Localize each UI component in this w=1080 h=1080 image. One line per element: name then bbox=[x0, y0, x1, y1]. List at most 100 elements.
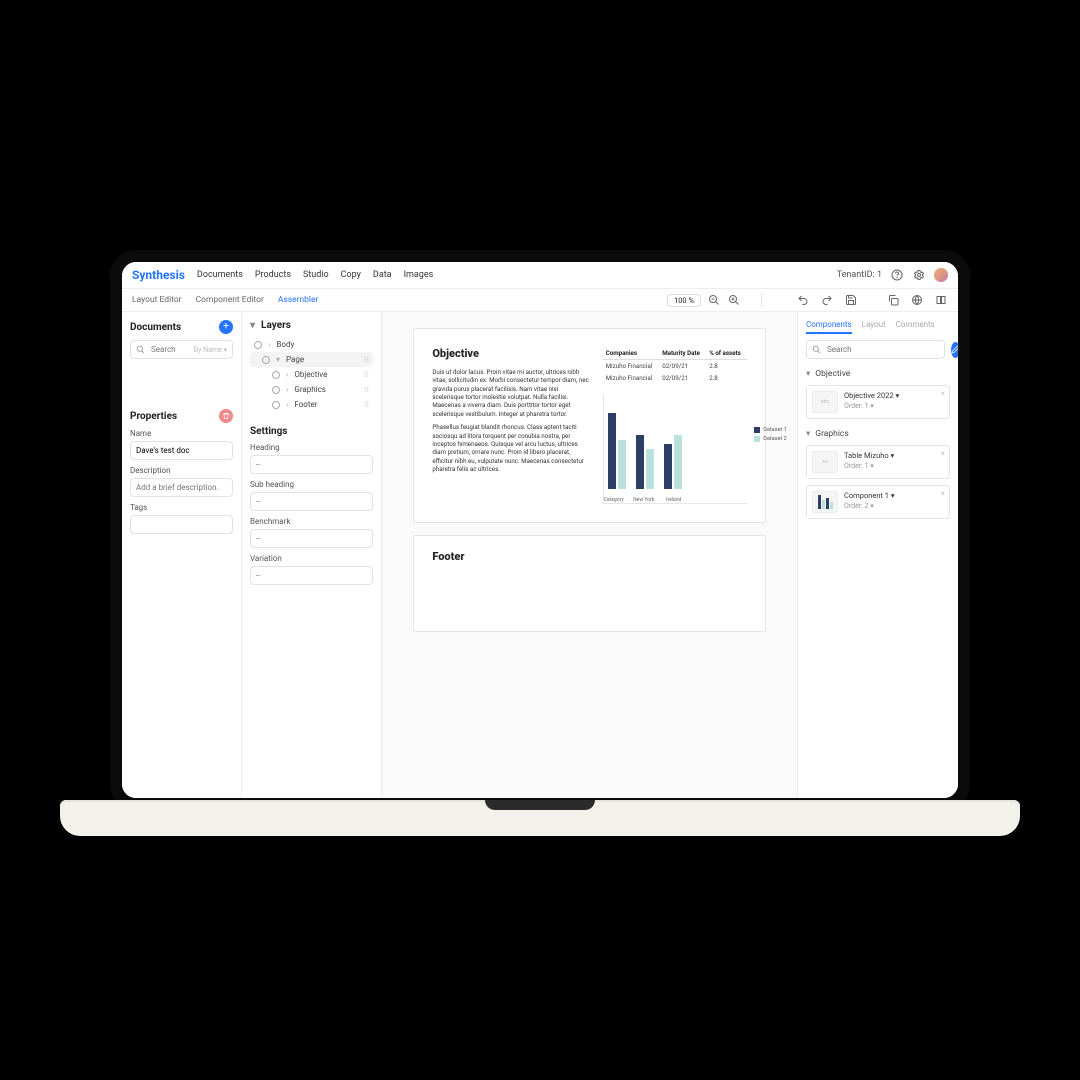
card-thumb: abc bbox=[812, 391, 838, 413]
drag-icon[interactable]: ⁝⁝ bbox=[364, 400, 369, 409]
tags-input[interactable] bbox=[130, 515, 233, 534]
chevron-down-icon: ▾ bbox=[806, 369, 810, 379]
nav-images[interactable]: Images bbox=[404, 270, 434, 280]
edit-button[interactable] bbox=[951, 342, 958, 358]
help-icon[interactable] bbox=[890, 268, 904, 282]
search-icon bbox=[136, 345, 145, 354]
duplicate-icon[interactable] bbox=[886, 293, 900, 307]
footer-heading: Footer bbox=[432, 550, 746, 563]
documents-sort-hint[interactable]: By Name ▾ bbox=[194, 346, 227, 354]
expand-icon[interactable]: › bbox=[286, 370, 288, 379]
chart-group bbox=[636, 435, 654, 489]
nav-documents[interactable]: Documents bbox=[197, 270, 243, 280]
nav-products[interactable]: Products bbox=[255, 270, 291, 280]
description-input[interactable] bbox=[130, 478, 233, 497]
search-icon bbox=[812, 345, 821, 354]
chart-group bbox=[664, 435, 682, 489]
chart-bar bbox=[674, 435, 682, 489]
preview-icon[interactable] bbox=[934, 293, 948, 307]
zoom-chip[interactable]: 100 % bbox=[667, 294, 701, 307]
share-icon[interactable] bbox=[910, 293, 924, 307]
objective-para-1: Duis ut dolor lacus. Proin vitae mi auct… bbox=[432, 368, 590, 418]
component-card[interactable]: Component 1 ▾ Order: 2 ▾ × bbox=[806, 485, 950, 519]
component-card[interactable]: ≡≡ Table Mizuho ▾ Order: 1 ▾ × bbox=[806, 445, 950, 479]
rp-section-objective[interactable]: ▾Objective bbox=[806, 369, 950, 379]
avatar[interactable] bbox=[934, 268, 948, 282]
components-search[interactable] bbox=[806, 340, 945, 359]
chart-bar bbox=[664, 444, 672, 489]
layer-row-objective[interactable]: › Objective ⁝⁝ bbox=[250, 367, 373, 382]
components-panel: Components Layout Comments ▾Objectiv bbox=[798, 312, 958, 798]
visibility-icon[interactable] bbox=[262, 356, 270, 364]
brand-logo: Synthesis bbox=[132, 268, 185, 282]
card-close-icon[interactable]: × bbox=[941, 489, 945, 498]
objective-para-2: Phasellus feugiat blandit rhoncus. Class… bbox=[432, 423, 590, 473]
documents-search[interactable]: By Name ▾ bbox=[130, 340, 233, 359]
expand-icon[interactable]: › bbox=[268, 340, 270, 349]
card-order: Order: 1 ▾ bbox=[844, 462, 894, 470]
visibility-icon[interactable] bbox=[272, 371, 280, 379]
delete-document-button[interactable] bbox=[219, 409, 233, 423]
rp-tab-layout[interactable]: Layout bbox=[862, 320, 886, 334]
layer-label: Graphics bbox=[294, 385, 326, 394]
redo-icon[interactable] bbox=[820, 293, 834, 307]
chevron-down-icon: ▾ bbox=[806, 429, 810, 439]
rp-tab-comments[interactable]: Comments bbox=[896, 320, 935, 334]
name-input[interactable] bbox=[130, 441, 233, 460]
tab-assembler[interactable]: Assembler bbox=[278, 295, 319, 305]
settings-title: Settings bbox=[250, 426, 373, 437]
settings-input-heading[interactable] bbox=[250, 455, 373, 474]
layer-row-footer[interactable]: › Footer ⁝⁝ bbox=[250, 397, 373, 412]
expand-icon[interactable]: ▾ bbox=[276, 355, 280, 364]
save-icon[interactable] bbox=[844, 293, 858, 307]
expand-icon[interactable]: › bbox=[286, 385, 288, 394]
expand-icon[interactable]: › bbox=[286, 400, 288, 409]
drag-icon[interactable]: ⁝⁝ bbox=[364, 370, 369, 379]
chevron-down-icon[interactable]: ▾ bbox=[250, 320, 255, 331]
nav-studio[interactable]: Studio bbox=[303, 270, 329, 280]
chart-bar bbox=[608, 413, 616, 490]
card-order: Order: 1 ▾ bbox=[844, 402, 899, 410]
page-preview[interactable]: Objective Duis ut dolor lacus. Proin vit… bbox=[413, 328, 765, 523]
component-card[interactable]: abc Objective 2022 ▾ Order: 1 ▾ × bbox=[806, 385, 950, 419]
undo-icon[interactable] bbox=[796, 293, 810, 307]
chart-bar bbox=[618, 440, 626, 490]
chart-xlabel: Ireland bbox=[666, 497, 681, 503]
footer-preview[interactable]: Footer bbox=[413, 535, 765, 632]
nav-copy[interactable]: Copy bbox=[341, 270, 361, 280]
nav-data[interactable]: Data bbox=[373, 270, 392, 280]
chart-bar bbox=[646, 449, 654, 490]
settings-input-benchmark[interactable] bbox=[250, 529, 373, 548]
card-thumb: ≡≡ bbox=[812, 451, 838, 473]
visibility-icon[interactable] bbox=[272, 386, 280, 394]
layer-row-graphics[interactable]: › Graphics ⁝⁝ bbox=[250, 382, 373, 397]
zoom-out-icon[interactable] bbox=[707, 293, 721, 307]
card-title: Table Mizuho ▾ bbox=[844, 451, 894, 460]
rp-tab-components[interactable]: Components bbox=[806, 320, 852, 334]
card-close-icon[interactable]: × bbox=[941, 389, 945, 398]
documents-search-input[interactable] bbox=[149, 344, 190, 355]
layer-label: Footer bbox=[294, 400, 317, 409]
tab-layout-editor[interactable]: Layout Editor bbox=[132, 295, 182, 305]
table-header-maturity: Maturity Date bbox=[659, 347, 706, 360]
chart-group bbox=[608, 413, 626, 490]
settings-input-variation[interactable] bbox=[250, 566, 373, 585]
layer-label: Body bbox=[276, 340, 294, 349]
top-nav: Synthesis Documents Products Studio Copy… bbox=[122, 262, 958, 289]
drag-icon[interactable]: ⁝⁝ bbox=[364, 385, 369, 394]
settings-label-sub-heading: Sub heading bbox=[250, 480, 373, 489]
settings-input-sub-heading[interactable] bbox=[250, 492, 373, 511]
visibility-icon[interactable] bbox=[272, 401, 280, 409]
card-close-icon[interactable]: × bbox=[941, 449, 945, 458]
chart-xlabel: New York bbox=[633, 497, 654, 503]
tab-component-editor[interactable]: Component Editor bbox=[196, 295, 264, 305]
drag-icon[interactable]: ⁝⁝ bbox=[364, 355, 369, 364]
visibility-icon[interactable] bbox=[254, 341, 262, 349]
layer-row-page[interactable]: ▾ Page ⁝⁝ bbox=[250, 352, 373, 367]
add-document-button[interactable]: + bbox=[219, 320, 233, 334]
rp-section-graphics[interactable]: ▾Graphics bbox=[806, 429, 950, 439]
layer-row-body[interactable]: › Body bbox=[250, 337, 373, 352]
settings-icon[interactable] bbox=[912, 268, 926, 282]
components-search-input[interactable] bbox=[825, 344, 939, 355]
zoom-in-icon[interactable] bbox=[727, 293, 741, 307]
